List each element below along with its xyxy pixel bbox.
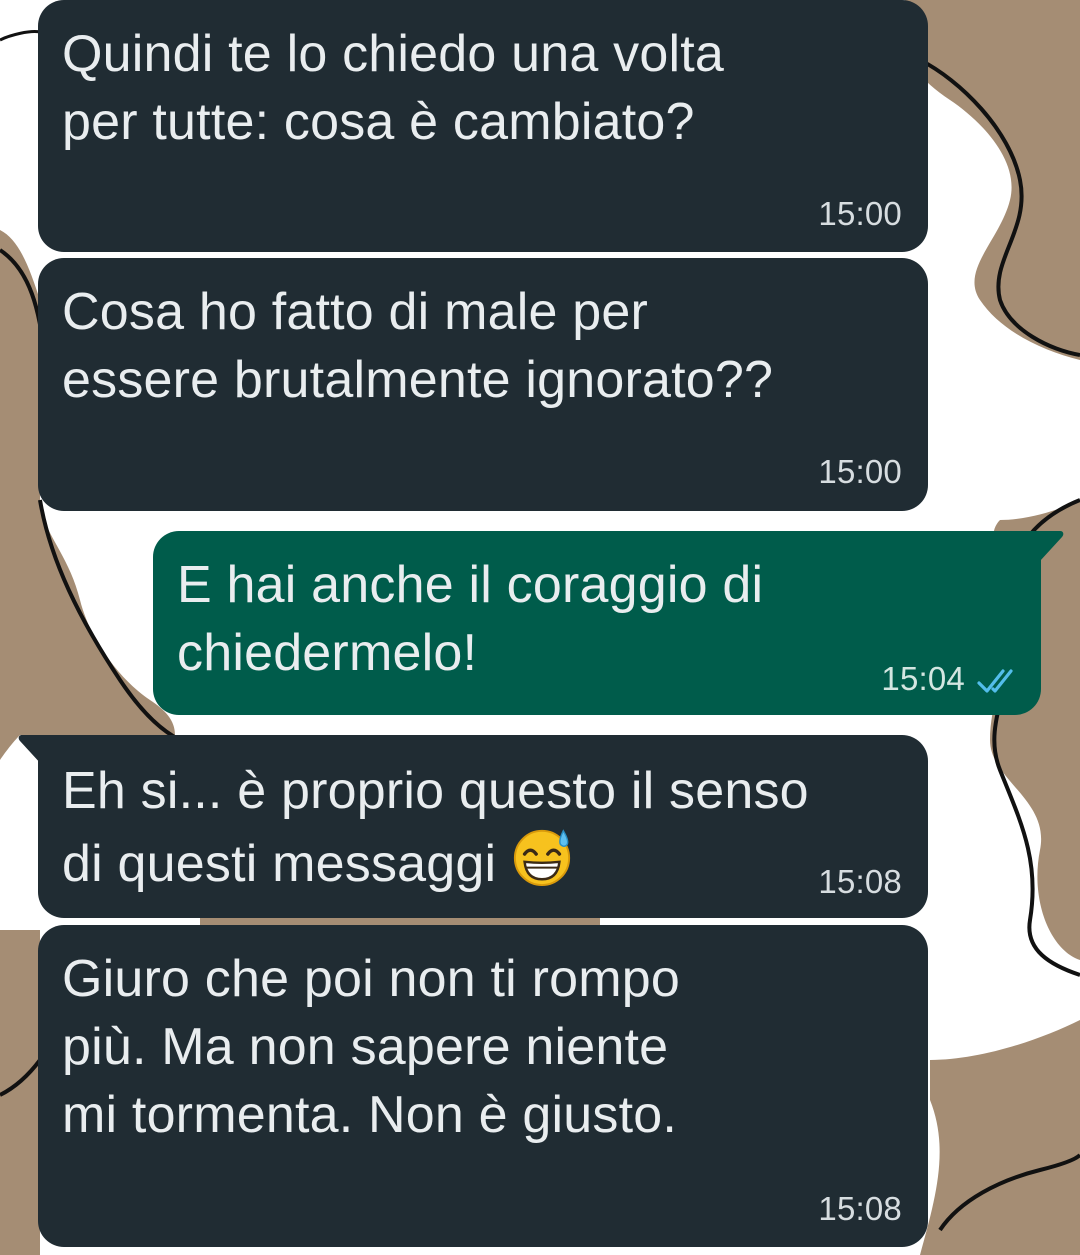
message-time: 15:04 <box>881 660 965 697</box>
grinning-face-with-sweat-emoji <box>513 829 571 887</box>
double-check-read-icon <box>977 669 1013 693</box>
message-text-line: Eh si... è proprio questo il senso <box>62 762 809 820</box>
message-time: 15:08 <box>818 1190 902 1227</box>
message-text: Quindi te lo chiedo una volta per tutte:… <box>62 25 725 151</box>
message-bubble-incoming[interactable]: Cosa ho fatto di male per essere brutalm… <box>38 258 928 511</box>
message-text: E hai anche il coraggio di chiedermelo! <box>177 556 764 682</box>
message-text: Eh si... è proprio questo il senso di qu… <box>62 757 809 898</box>
message-text-line: di questi messaggi <box>62 835 497 893</box>
message-bubble-incoming[interactable]: Eh si... è proprio questo il senso di qu… <box>38 735 928 918</box>
message-time: 15:08 <box>818 863 902 900</box>
message-bubble-outgoing[interactable]: E hai anche il coraggio di chiedermelo! … <box>153 531 1041 715</box>
message-bubble-incoming[interactable]: Quindi te lo chiedo una volta per tutte:… <box>38 0 928 252</box>
message-text: Giuro che poi non ti rompo più. Ma non s… <box>62 950 680 1144</box>
message-time: 15:00 <box>818 195 902 232</box>
message-bubble-incoming[interactable]: Giuro che poi non ti rompo più. Ma non s… <box>38 925 928 1247</box>
message-time: 15:00 <box>818 453 902 490</box>
message-text: Cosa ho fatto di male per essere brutalm… <box>62 283 774 409</box>
